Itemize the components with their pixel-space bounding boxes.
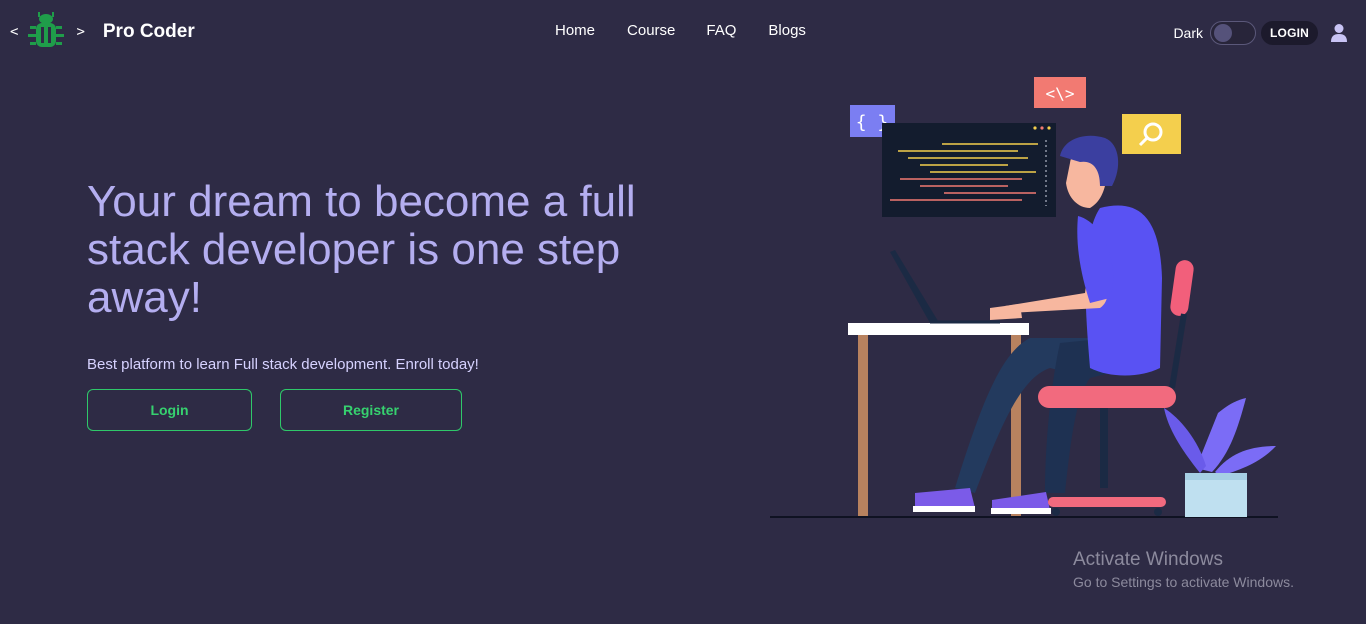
nav-link-blogs[interactable]: Blogs bbox=[768, 22, 806, 39]
brand-right-bracket: > bbox=[76, 24, 85, 40]
brand-name: Pro Coder bbox=[102, 21, 195, 42]
activation-watermark: Activate Windows Go to Settings to activ… bbox=[1073, 548, 1294, 592]
nav-links: Home Course FAQ Blogs bbox=[555, 22, 838, 39]
code-screen bbox=[882, 123, 1056, 217]
nav-link-course[interactable]: Course bbox=[627, 22, 675, 39]
brand-left-bracket: < bbox=[10, 24, 19, 40]
hero-title: Your dream to become a full stack develo… bbox=[87, 177, 636, 322]
search-icon bbox=[1122, 114, 1181, 154]
toggle-knob bbox=[1214, 24, 1232, 42]
brand[interactable]: < > Pro Coder bbox=[10, 12, 195, 52]
developer-illustration: { } <\> bbox=[770, 77, 1278, 518]
code-badge-text: <\> bbox=[1046, 84, 1075, 103]
hero-subtitle: Best platform to learn Full stack develo… bbox=[87, 356, 479, 373]
dark-mode-toggle[interactable] bbox=[1210, 21, 1256, 45]
hero-register-button[interactable]: Register bbox=[280, 389, 462, 431]
watermark-title: Activate Windows bbox=[1073, 549, 1223, 570]
user-icon[interactable] bbox=[1330, 23, 1348, 43]
bug-icon bbox=[28, 12, 65, 47]
header-login-button[interactable]: LOGIN bbox=[1261, 21, 1318, 45]
watermark-subtitle: Go to Settings to activate Windows. bbox=[1073, 574, 1294, 590]
hero-login-button[interactable]: Login bbox=[87, 389, 252, 431]
nav-link-faq[interactable]: FAQ bbox=[706, 22, 736, 39]
dark-mode-label: Dark bbox=[1173, 25, 1203, 41]
nav-link-home[interactable]: Home bbox=[555, 22, 595, 39]
navbar: < > Pro Coder Home Course FAQ Blogs Dark bbox=[0, 0, 1366, 64]
header-right: Dark LOGIN bbox=[1173, 19, 1348, 47]
